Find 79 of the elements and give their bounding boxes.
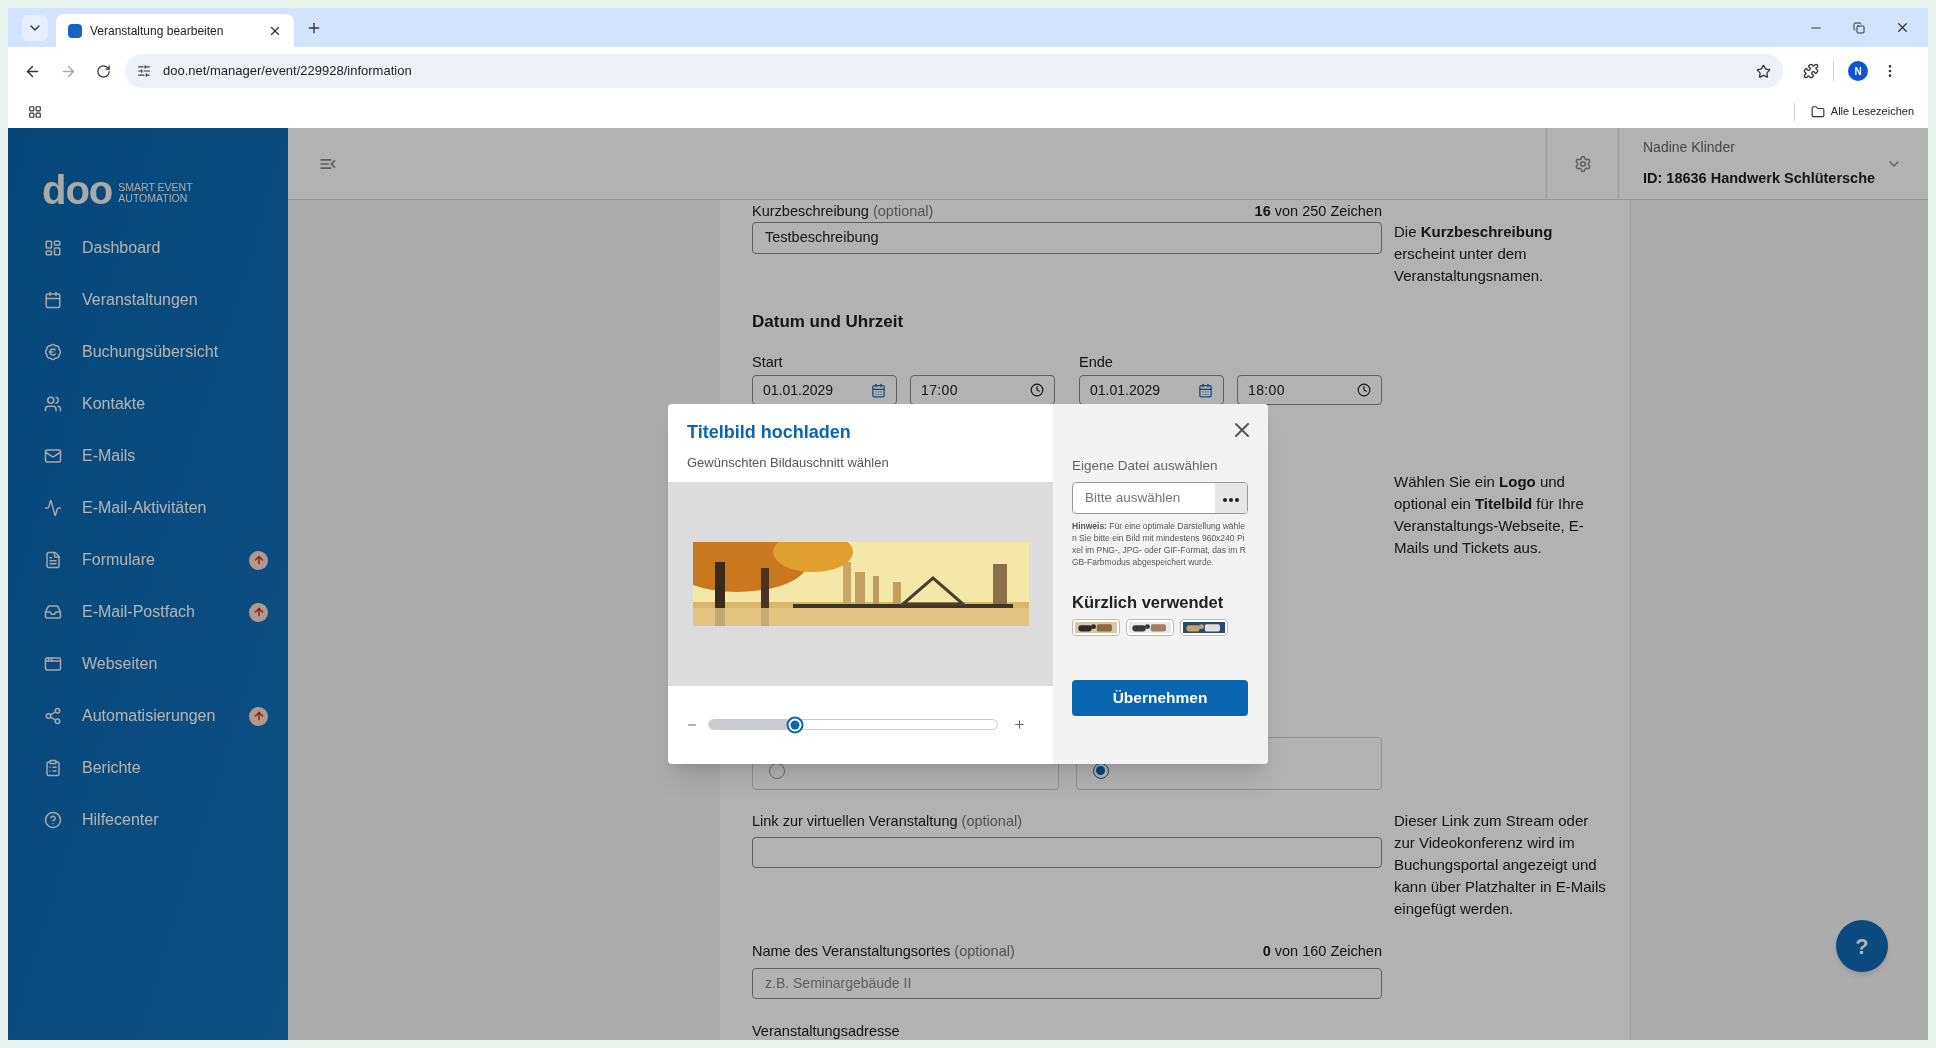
- time-field[interactable]: 17:00: [910, 375, 1055, 405]
- sidebar-item[interactable]: E-Mail-Postfach: [8, 586, 288, 638]
- folder-icon: [1810, 104, 1825, 119]
- field-label: Start: [752, 353, 784, 372]
- sidebar-item[interactable]: Formulare: [8, 534, 288, 586]
- browser-tab[interactable]: Veranstaltung bearbeiten: [56, 14, 294, 47]
- logo-tagline: SMART EVENT: [118, 182, 193, 193]
- field-label: Link zur virtuellen Veranstaltung (optional): [752, 812, 1024, 831]
- file-picker-field[interactable]: Bitte auswählen: [1072, 482, 1248, 515]
- field-label: Veranstaltungsadresse: [752, 1022, 901, 1040]
- close-icon[interactable]: [1895, 20, 1910, 35]
- browse-button[interactable]: [1215, 483, 1247, 514]
- apply-button[interactable]: Übernehmen: [1072, 680, 1248, 716]
- field-label: Kurzbeschreibung (optional): [752, 202, 934, 222]
- sidebar-item[interactable]: Berichte: [8, 742, 288, 794]
- field-label: Ende: [1079, 353, 1114, 372]
- sidebar-item[interactable]: Buchungsübersicht: [8, 326, 288, 378]
- logo-tagline: AUTOMATION: [118, 193, 189, 204]
- time-field[interactable]: 18:00: [1237, 375, 1382, 405]
- nodes-icon: [44, 707, 62, 725]
- field-label: Eigene Datei auswählen: [1072, 457, 1219, 475]
- date-field[interactable]: 01.01.2029: [752, 375, 897, 405]
- sidebar-item[interactable]: Dashboard: [8, 222, 288, 274]
- help-text: Dieser Link zum Stream oder zur Videokonferenz wird im Buchungsportal angezeigt und kann über Platzhalter in E-Mails eingefügt werden.: [1394, 811, 1607, 919]
- account-switcher[interactable]: Nadine Klinder ID: 18636 Handwerk Schlütersche: [1618, 128, 1928, 199]
- restore-icon[interactable]: [1853, 21, 1865, 34]
- short-description-field[interactable]: Testbeschreibung: [752, 222, 1382, 254]
- bookmarks-folder[interactable]: Alle Lesezeichen: [1810, 103, 1914, 120]
- apps-grid-icon[interactable]: [28, 104, 42, 119]
- sidebar-item[interactable]: Automatisierungen: [8, 690, 288, 742]
- sidebar-item[interactable]: Veranstaltungen: [8, 274, 288, 326]
- extensions-icon[interactable]: [1803, 63, 1819, 79]
- character-count: 0 von 160 Zeichen: [1262, 942, 1382, 962]
- euro-icon: [44, 343, 62, 361]
- sidebar-item[interactable]: E-Mails: [8, 430, 288, 482]
- reload-icon[interactable]: [96, 63, 111, 79]
- tab-search-button[interactable]: [22, 14, 48, 41]
- tab-title: Veranstaltung bearbeiten: [90, 22, 225, 40]
- ellipsis-icon: [1223, 498, 1239, 503]
- address-bar[interactable]: doo.net/manager/event/229928/information: [125, 54, 1783, 88]
- logo-wordmark: doo: [42, 170, 113, 210]
- sidebar-item[interactable]: Kontakte: [8, 378, 288, 430]
- dialog-subtitle: Gewünschten Bildauschnitt wählen: [687, 454, 890, 472]
- zoom-in-icon[interactable]: [1013, 718, 1026, 732]
- sidebar-item[interactable]: E-Mail-Aktivitäten: [8, 482, 288, 534]
- inbox-icon: [44, 603, 62, 621]
- venue-name-field[interactable]: z.B. Seminargebäude II: [752, 968, 1382, 999]
- people-icon: [44, 395, 62, 413]
- calendar-icon: [1198, 382, 1213, 398]
- dialog-title: Titelbild hochladen: [687, 421, 852, 444]
- hint-text: Hinweis: Für eine optimale Darstellung wählen Sie bitte ein Bild mit mindestens 960x240 Pixel im PNG-, JPG- oder GIF-Format, das im RGB-Farbmodus abgespeichert wurde.: [1072, 520, 1247, 569]
- dashboard-icon: [44, 239, 62, 257]
- recent-heading: Kürzlich verwendet: [1072, 592, 1225, 614]
- clock-icon: [1030, 383, 1044, 397]
- help-text: Die Kurzbeschreibung erscheint unter dem Veranstaltungsnamen.: [1394, 222, 1554, 286]
- calendar-icon: [871, 382, 886, 398]
- profile-avatar[interactable]: N: [1848, 61, 1868, 81]
- pulse-icon: [44, 499, 62, 517]
- bookmark-star-icon[interactable]: [1756, 63, 1771, 79]
- field-label: Name des Veranstaltungsortes (optional): [752, 942, 1015, 962]
- help-icon: [44, 811, 62, 829]
- virtual-link-field[interactable]: [752, 837, 1382, 868]
- settings-icon[interactable]: [1573, 154, 1592, 173]
- character-count: 16 von 250 Zeichen: [1254, 202, 1382, 222]
- calendar-icon: [44, 291, 62, 309]
- document-icon: [44, 551, 62, 569]
- zoom-slider-thumb[interactable]: [786, 716, 804, 734]
- sidebar-item[interactable]: Hilfecenter: [8, 794, 288, 846]
- envelope-icon: [44, 447, 62, 465]
- report-icon: [44, 759, 62, 777]
- help-text: Wählen Sie ein Logo und optional ein Titelbild für Ihre Veranstaltungs-Webseite, E-Mails und Tickets aus.: [1394, 472, 1585, 558]
- date-field[interactable]: 01.01.2029: [1079, 375, 1224, 405]
- clock-icon: [1357, 383, 1371, 397]
- site-favicon-icon: [68, 23, 82, 38]
- site-info-icon[interactable]: [137, 64, 151, 78]
- section-heading: Datum und Uhrzeit: [752, 312, 905, 332]
- url-text: doo.net/manager/event/229928/information: [163, 62, 412, 81]
- browser-window-icon: [44, 655, 62, 673]
- sidebar-item[interactable]: Webseiten: [8, 638, 288, 690]
